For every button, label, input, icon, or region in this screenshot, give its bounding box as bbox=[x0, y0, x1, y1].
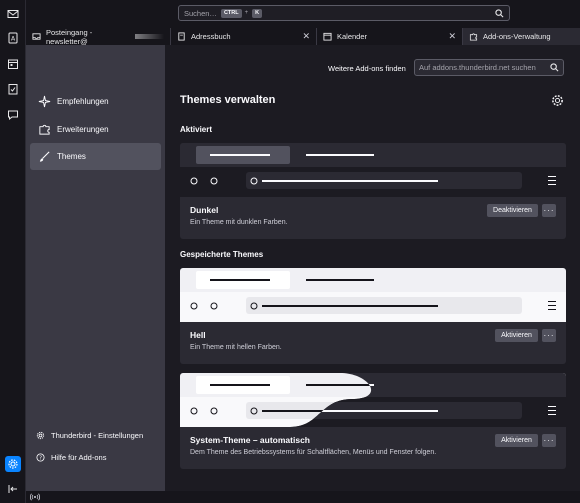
category-recommendations-label: Empfehlungen bbox=[57, 97, 109, 106]
addons-sidebar: Empfehlungen Erweiterungen Themes Thunde… bbox=[26, 45, 165, 491]
status-bar bbox=[26, 491, 580, 503]
title-bar: Suchen… CTRL + K bbox=[26, 0, 580, 28]
theme-card-system: System-Theme – automatisch Dem Theme des… bbox=[180, 373, 566, 469]
thunderbird-settings-label: Thunderbird - Einstellungen bbox=[51, 431, 144, 440]
category-extensions-label: Erweiterungen bbox=[57, 125, 109, 134]
search-placeholder: Suchen… bbox=[184, 8, 217, 18]
svg-text:?: ? bbox=[39, 456, 42, 462]
tab-title-fade bbox=[134, 34, 164, 39]
tab-inbox-label: Posteingang - newsletter@ bbox=[46, 27, 93, 46]
shortcut-key-k: K bbox=[252, 8, 263, 18]
category-themes-label: Themes bbox=[57, 152, 86, 161]
online-status-icon[interactable] bbox=[30, 493, 40, 501]
search-icon bbox=[495, 8, 504, 17]
theme-preview-system bbox=[180, 373, 566, 427]
close-icon[interactable]: ✕ bbox=[448, 31, 456, 42]
chat-icon bbox=[8, 110, 18, 121]
tasks-icon bbox=[8, 84, 18, 95]
category-themes[interactable]: Themes bbox=[30, 143, 161, 170]
category-recommendations[interactable]: Empfehlungen bbox=[30, 88, 161, 115]
shortcut-key-ctrl: CTRL bbox=[220, 8, 242, 18]
collapse-icon bbox=[8, 485, 17, 493]
calendar-icon bbox=[8, 59, 18, 69]
tab-addons-label: Add-ons-Verwaltung bbox=[483, 32, 551, 41]
tab-inbox[interactable]: Posteingang - newsletter@ bbox=[26, 27, 171, 46]
more-options-button[interactable]: ··· bbox=[542, 204, 556, 217]
activate-button[interactable]: Aktivieren bbox=[495, 329, 538, 342]
inbox-icon bbox=[32, 33, 41, 40]
puzzle-icon bbox=[39, 124, 50, 135]
collapse-spaces-button[interactable] bbox=[5, 481, 21, 497]
more-options-button[interactable]: ··· bbox=[542, 329, 556, 342]
global-search-input[interactable]: Suchen… CTRL + K bbox=[178, 5, 510, 21]
category-extensions[interactable]: Erweiterungen bbox=[30, 116, 161, 143]
search-icon bbox=[550, 63, 559, 72]
mail-space-button[interactable] bbox=[5, 6, 21, 22]
chat-space-button[interactable] bbox=[5, 107, 21, 123]
tab-addons[interactable]: Add-ons-Verwaltung bbox=[463, 28, 580, 45]
tasks-space-button[interactable] bbox=[5, 81, 21, 97]
addons-search-placeholder: Auf addons.thunderbird.net suchen bbox=[419, 63, 536, 72]
gear-icon bbox=[36, 431, 45, 440]
addons-search-input[interactable]: Auf addons.thunderbird.net suchen bbox=[414, 59, 564, 76]
section-saved-heading: Gespeicherte Themes bbox=[180, 250, 264, 259]
calendar-space-button[interactable] bbox=[5, 56, 21, 72]
theme-name: Hell bbox=[190, 330, 206, 340]
page-title: Themes verwalten bbox=[180, 94, 276, 106]
shortcut-plus: + bbox=[244, 10, 249, 16]
deactivate-button[interactable]: Deaktivieren bbox=[487, 204, 538, 217]
thunderbird-settings-link[interactable]: Thunderbird - Einstellungen bbox=[36, 431, 143, 440]
address-book-space-button[interactable]: A bbox=[5, 30, 21, 46]
help-icon: ? bbox=[36, 453, 45, 462]
activate-button[interactable]: Aktivieren bbox=[495, 434, 538, 447]
tab-address-book[interactable]: Adressbuch ✕ bbox=[171, 28, 317, 45]
section-active-heading: Aktiviert bbox=[180, 125, 213, 134]
theme-name: Dunkel bbox=[190, 205, 219, 215]
tab-bar: Posteingang - newsletter@ Adressbuch ✕ K… bbox=[26, 27, 580, 46]
tab-address-book-label: Adressbuch bbox=[191, 32, 231, 41]
address-book-icon bbox=[178, 32, 185, 41]
theme-card-dark: Dunkel Ein Theme mit dunklen Farben. Dea… bbox=[180, 143, 566, 239]
svg-text:A: A bbox=[11, 36, 16, 43]
close-icon[interactable]: ✕ bbox=[302, 31, 310, 42]
address-book-icon: A bbox=[8, 32, 18, 44]
settings-icon bbox=[8, 459, 18, 469]
more-options-button[interactable]: ··· bbox=[542, 434, 556, 447]
addons-help-label: Hilfe für Add-ons bbox=[51, 453, 107, 462]
tab-calendar[interactable]: Kalender ✕ bbox=[317, 28, 463, 45]
gear-icon[interactable] bbox=[551, 94, 564, 107]
addons-main: Weitere Add-ons finden Auf addons.thunde… bbox=[165, 45, 580, 491]
mail-icon bbox=[7, 10, 19, 18]
theme-preview-light bbox=[180, 268, 566, 322]
brush-icon bbox=[39, 151, 50, 162]
theme-description: Ein Theme mit dunklen Farben. bbox=[190, 219, 288, 226]
calendar-icon bbox=[323, 32, 332, 41]
sparkle-icon bbox=[38, 95, 51, 108]
theme-description: Dem Theme des Betriebssystems für Schalt… bbox=[190, 449, 437, 456]
find-more-addons-label: Weitere Add-ons finden bbox=[328, 64, 406, 73]
theme-description: Ein Theme mit hellen Farben. bbox=[190, 344, 282, 351]
settings-space-button[interactable] bbox=[5, 456, 21, 472]
spaces-toolbar: A bbox=[0, 0, 26, 503]
theme-name: System-Theme – automatisch bbox=[190, 435, 310, 445]
theme-card-light: Hell Ein Theme mit hellen Farben. Aktivi… bbox=[180, 268, 566, 364]
addons-help-link[interactable]: ? Hilfe für Add-ons bbox=[36, 453, 106, 462]
tab-calendar-label: Kalender bbox=[337, 32, 368, 41]
puzzle-icon bbox=[469, 33, 478, 41]
theme-preview-dark bbox=[180, 143, 566, 197]
